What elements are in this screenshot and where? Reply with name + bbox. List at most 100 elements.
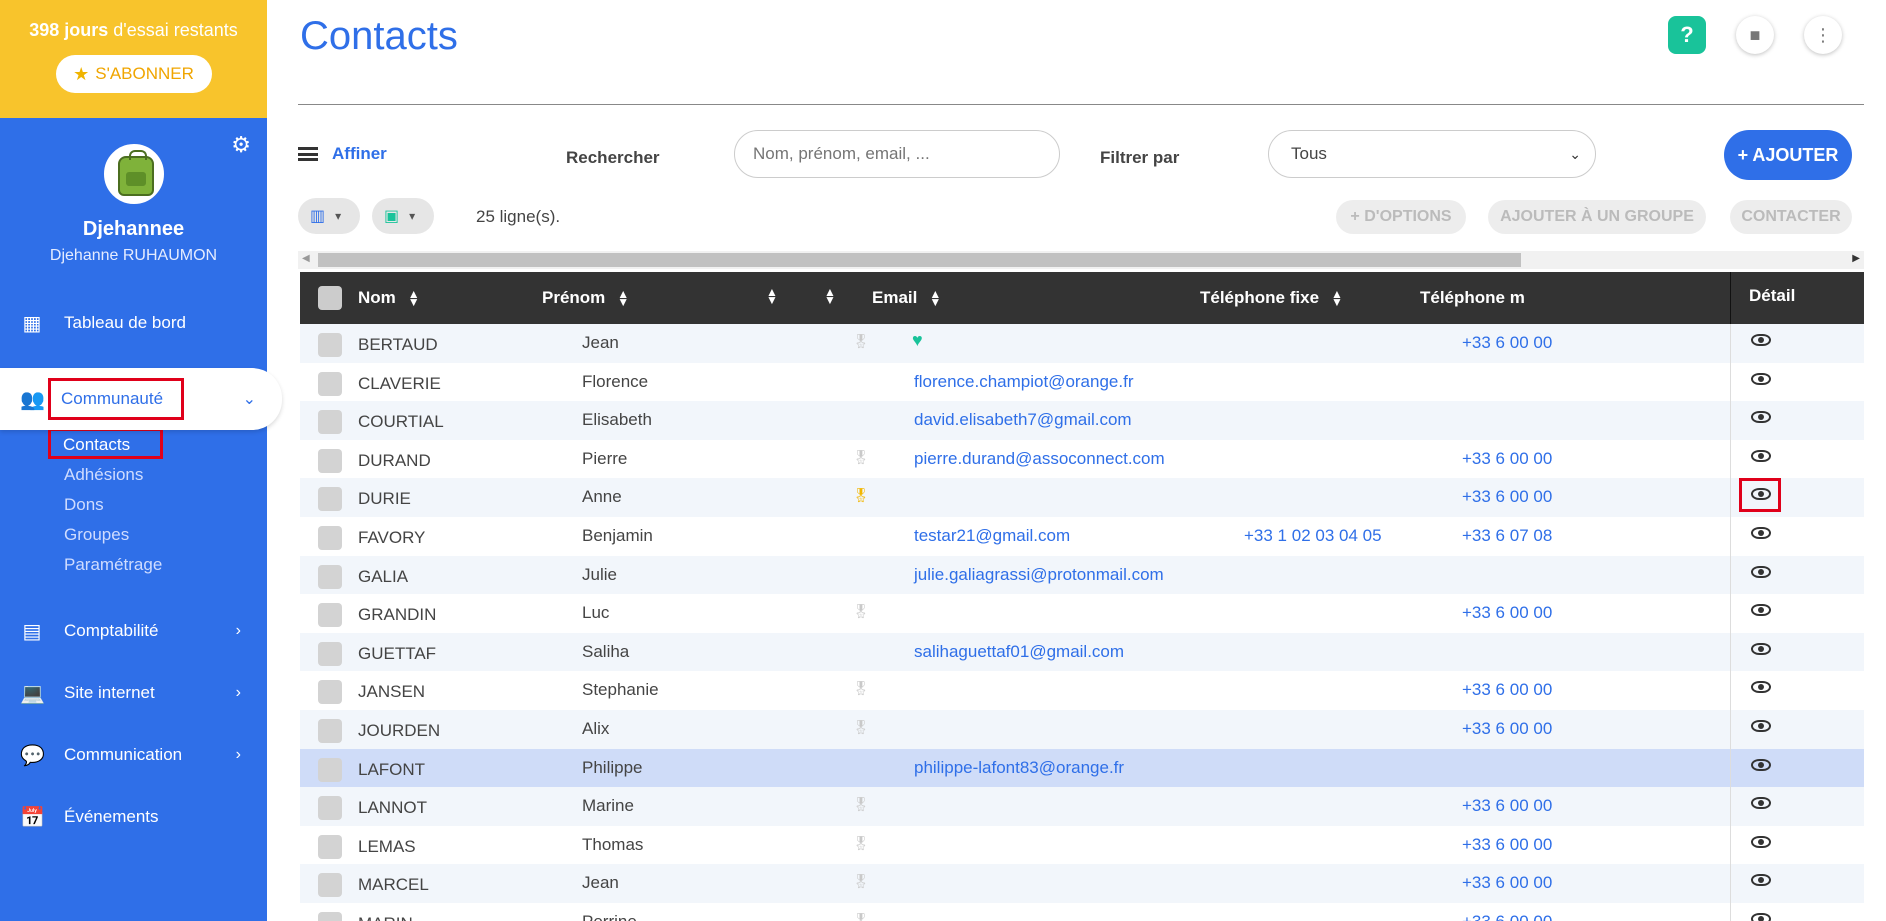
submenu-dons[interactable]: Dons bbox=[64, 490, 267, 520]
table-row[interactable]: LANNOT Marine 🎖 +33 6 00 00 bbox=[300, 787, 1864, 826]
more-vertical-icon[interactable]: ⋮ bbox=[1804, 16, 1842, 54]
avatar[interactable] bbox=[103, 144, 164, 204]
more-options-button[interactable]: + D'OPTIONS bbox=[1336, 200, 1466, 234]
row-checkbox[interactable] bbox=[318, 796, 342, 821]
header-email[interactable]: Email ▲ ▼ bbox=[872, 288, 941, 308]
row-checkbox[interactable] bbox=[318, 525, 342, 550]
table-row[interactable]: LAFONT Philippe philippe-lafont83@orange.f… bbox=[300, 748, 1864, 788]
header-favorite[interactable]: ▲ ▼ bbox=[824, 286, 836, 306]
cell-telephone-mobile[interactable]: +33 6 07 08 bbox=[1462, 526, 1728, 546]
help-button[interactable]: ? bbox=[1668, 16, 1706, 54]
table-row[interactable]: BERTAUD Jean 🎖 ♥ +33 6 00 00 bbox=[300, 324, 1864, 363]
row-checkbox[interactable] bbox=[318, 487, 342, 512]
scrollbar-thumb[interactable] bbox=[318, 253, 1521, 267]
eye-icon[interactable] bbox=[1751, 526, 1771, 539]
cell-telephone-mobile[interactable]: +33 6 00 00 bbox=[1462, 719, 1728, 739]
cell-email[interactable]: florence.champiot@orange.fr bbox=[914, 372, 1133, 392]
columns-toggle[interactable]: ▥ ▾ bbox=[298, 198, 360, 234]
eye-icon[interactable] bbox=[1751, 758, 1771, 771]
cell-telephone-mobile[interactable]: +33 6 00 00 bbox=[1462, 796, 1728, 816]
cell-telephone-mobile[interactable]: +33 6 00 00 bbox=[1462, 835, 1728, 855]
add-to-group-button[interactable]: AJOUTER À UN GROUPE bbox=[1488, 200, 1706, 234]
sidebar-item-communication[interactable]: 💬 Communication › bbox=[0, 724, 267, 786]
submenu-adhesions[interactable]: Adhésions bbox=[64, 460, 267, 490]
row-checkbox[interactable] bbox=[318, 371, 342, 396]
subscribe-button[interactable]: ★ S'ABONNER bbox=[55, 55, 212, 93]
table-row[interactable]: CLAVERIE Florence florence.champiot@orange… bbox=[300, 362, 1864, 402]
row-checkbox[interactable] bbox=[318, 603, 342, 628]
submenu-contacts[interactable]: Contacts bbox=[48, 428, 267, 460]
horizontal-scrollbar[interactable]: ◀ ▶ bbox=[298, 251, 1864, 269]
eye-icon[interactable] bbox=[1751, 334, 1771, 346]
row-checkbox[interactable] bbox=[318, 448, 342, 473]
search-input[interactable] bbox=[734, 130, 1060, 178]
video-icon[interactable]: ■ bbox=[1736, 16, 1774, 54]
row-checkbox[interactable] bbox=[318, 911, 342, 921]
table-row[interactable]: LEMAS Thomas 🎖 +33 6 00 00 bbox=[300, 825, 1864, 865]
eye-icon[interactable] bbox=[1751, 604, 1771, 617]
table-row[interactable]: GALIA Julie julie.galiagrassi@protonmail.c… bbox=[300, 555, 1864, 595]
eye-icon[interactable] bbox=[1751, 372, 1771, 385]
row-checkbox[interactable] bbox=[318, 564, 342, 589]
header-prenom[interactable]: Prénom ▲ ▼ bbox=[542, 288, 629, 308]
cell-email[interactable]: julie.galiagrassi@protonmail.com bbox=[914, 565, 1164, 585]
eye-icon[interactable] bbox=[1751, 642, 1771, 655]
eye-icon[interactable] bbox=[1751, 681, 1771, 694]
cell-telephone-mobile[interactable]: +33 6 00 00 bbox=[1462, 333, 1728, 353]
cell-email[interactable]: david.elisabeth7@gmail.com bbox=[914, 410, 1132, 430]
row-checkbox[interactable] bbox=[318, 641, 342, 666]
cell-telephone-mobile[interactable]: +33 6 00 00 bbox=[1462, 873, 1728, 893]
header-badge[interactable]: ▲ ▼ bbox=[766, 286, 778, 306]
table-row[interactable]: GUETTAF Saliha salihaguettaf01@gmail.com bbox=[300, 632, 1864, 672]
sidebar-item-accounting[interactable]: ▤ Comptabilité › bbox=[0, 600, 267, 662]
table-row[interactable]: MARIN Perrine 🎖 +33 6 00 00 bbox=[300, 902, 1864, 921]
table-row[interactable]: MARCEL Jean 🎖 +33 6 00 00 bbox=[300, 864, 1864, 903]
gear-icon[interactable]: ⚙ bbox=[231, 132, 251, 158]
cell-email[interactable]: salihaguettaf01@gmail.com bbox=[914, 642, 1124, 662]
table-row[interactable]: FAVORY Benjamin testar21@gmail.com +33 1 02… bbox=[300, 516, 1864, 556]
eye-icon[interactable] bbox=[1751, 874, 1771, 887]
cell-telephone-mobile[interactable]: +33 6 00 00 bbox=[1462, 603, 1728, 623]
eye-icon[interactable] bbox=[1751, 411, 1771, 424]
sidebar-item-website[interactable]: 💻 Site internet › bbox=[0, 662, 267, 724]
eye-icon[interactable] bbox=[1751, 565, 1771, 578]
sidebar-item-community[interactable]: 👥 Communauté ⌄ bbox=[0, 368, 282, 430]
scroll-right-icon[interactable]: ▶ bbox=[1852, 253, 1860, 264]
eye-icon[interactable] bbox=[1751, 797, 1771, 810]
row-checkbox[interactable] bbox=[318, 718, 342, 743]
eye-icon[interactable] bbox=[1751, 449, 1771, 462]
eye-icon[interactable] bbox=[1751, 488, 1771, 501]
cell-telephone-mobile[interactable]: +33 6 00 00 bbox=[1462, 912, 1728, 921]
table-row[interactable]: DURIE Anne 🎖 +33 6 00 00 bbox=[300, 478, 1864, 517]
cell-email[interactable]: philippe-lafont83@orange.fr bbox=[914, 758, 1124, 778]
row-checkbox[interactable] bbox=[318, 333, 342, 357]
contact-button[interactable]: CONTACTER bbox=[1730, 200, 1852, 234]
cell-telephone-fixe[interactable]: +33 1 02 03 04 05 bbox=[1244, 526, 1382, 546]
row-checkbox[interactable] bbox=[318, 680, 342, 705]
cell-telephone-mobile[interactable]: +33 6 00 00 bbox=[1462, 449, 1728, 469]
submenu-groupes[interactable]: Groupes bbox=[64, 520, 267, 550]
header-nom[interactable]: Nom ▲ ▼ bbox=[358, 288, 420, 308]
sidebar-item-dashboard[interactable]: ▦ Tableau de bord bbox=[0, 292, 267, 354]
header-telephone-mobile[interactable]: Téléphone m bbox=[1420, 288, 1525, 308]
eye-icon[interactable] bbox=[1751, 912, 1771, 921]
table-row[interactable]: GRANDIN Luc 🎖 +33 6 00 00 bbox=[300, 594, 1864, 633]
cell-email[interactable]: testar21@gmail.com bbox=[914, 526, 1070, 546]
row-checkbox[interactable] bbox=[318, 873, 342, 898]
cell-email[interactable]: pierre.durand@assoconnect.com bbox=[914, 449, 1165, 469]
sidebar-item-events[interactable]: 📅 Événements bbox=[0, 786, 267, 848]
export-toggle[interactable]: ▣ ▾ bbox=[372, 198, 434, 234]
table-row[interactable]: COURTIAL Elisabeth david.elisabeth7@gmail.… bbox=[300, 401, 1864, 440]
eye-icon[interactable] bbox=[1751, 835, 1771, 848]
eye-icon[interactable] bbox=[1751, 719, 1771, 732]
row-checkbox[interactable] bbox=[318, 834, 342, 859]
table-row[interactable]: JANSEN Stephanie 🎖 +33 6 00 00 bbox=[300, 671, 1864, 710]
table-row[interactable]: DURAND Pierre 🎖 pierre.durand@assoconnect.c… bbox=[300, 439, 1864, 479]
scroll-left-icon[interactable]: ◀ bbox=[302, 253, 310, 264]
row-checkbox[interactable] bbox=[318, 410, 342, 435]
header-telephone-fixe[interactable]: Téléphone fixe ▲ ▼ bbox=[1200, 288, 1343, 308]
row-checkbox[interactable] bbox=[318, 757, 342, 782]
select-all-checkbox[interactable] bbox=[318, 286, 342, 310]
affiner-button[interactable]: Affiner bbox=[298, 144, 387, 164]
filter-select[interactable]: Tous ⌄ bbox=[1268, 130, 1596, 178]
